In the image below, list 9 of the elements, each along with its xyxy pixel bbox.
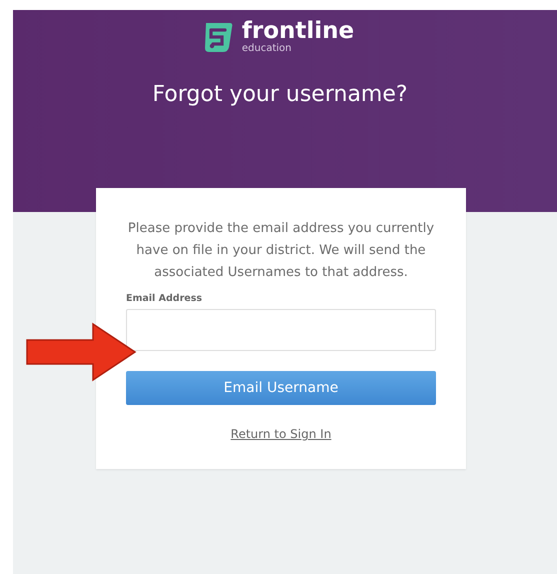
- email-username-button[interactable]: Email Username: [126, 371, 436, 405]
- email-input-field[interactable]: [126, 309, 436, 351]
- instructions-text: Please provide the email address you currently have on file in your district. We will send the associated Usernames to that address.: [126, 220, 436, 282]
- arrow-icon: [25, 322, 137, 382]
- page-title: Forgot your username?: [152, 82, 408, 107]
- logo-tagline: education: [242, 44, 292, 54]
- logo-wordmark: frontline: [242, 20, 354, 43]
- email-label: Email Address: [126, 293, 204, 304]
- return-to-sign-in-link[interactable]: Return to Sign In: [230, 427, 332, 441]
